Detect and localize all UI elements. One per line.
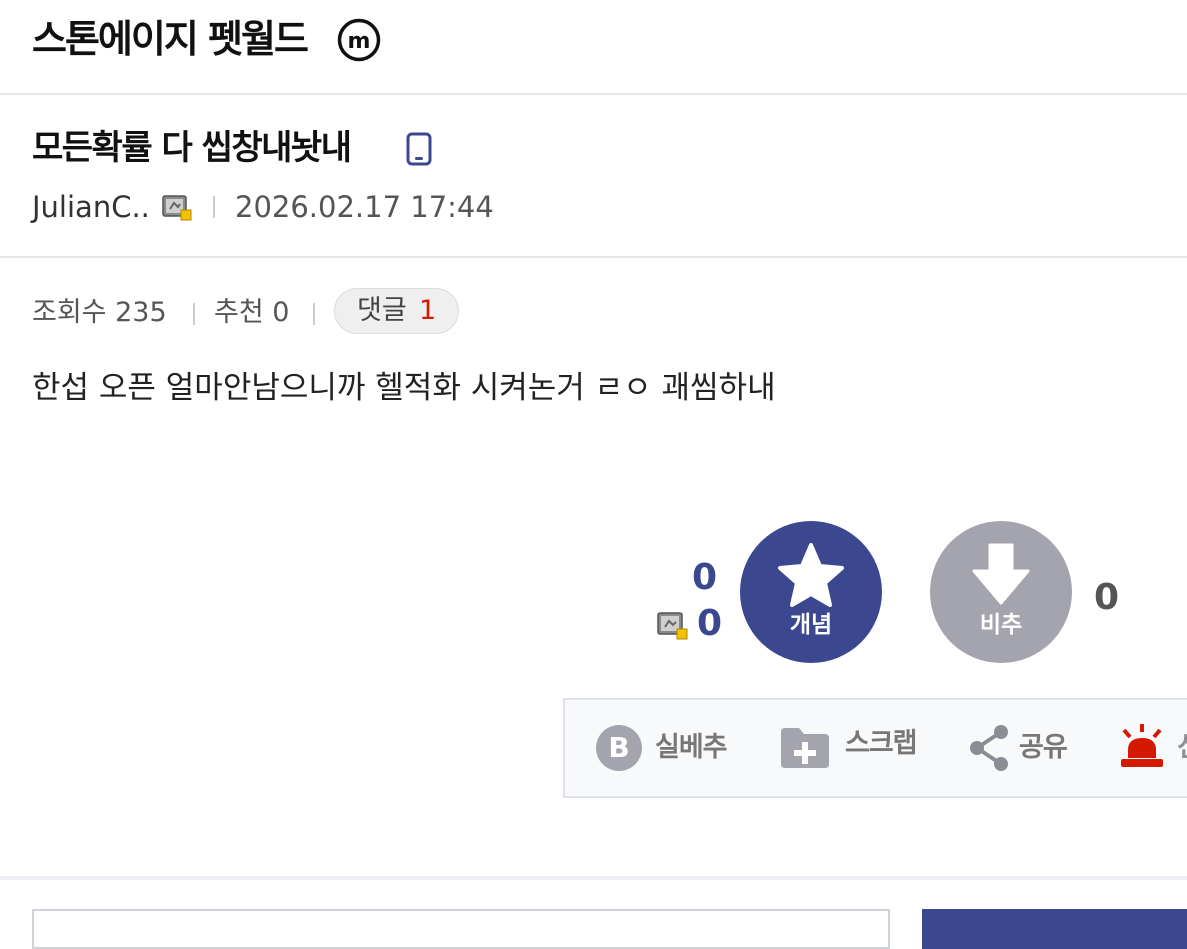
post-body: 한섭 오픈 얼마안남으니까 헬적화 시켜논거 ㄹㅇ 괘씸하내 (32, 370, 776, 406)
fixed-nick-icon (162, 195, 192, 221)
comment-count: 1 (419, 295, 437, 326)
gallery-header: 스톤에이지 펫월드 m (0, 0, 1187, 95)
meta-divider (213, 196, 215, 218)
best-recommend-label: 실베추 (655, 732, 728, 763)
post-stats: 조회수 235 추천 0 댓글 1 (0, 285, 1187, 340)
comment-count-button[interactable]: 댓글 1 (334, 288, 459, 334)
nonrecommend-count: 0 (1094, 577, 1120, 618)
share-icon (970, 725, 1008, 771)
fixed-recommend-count: 0 (697, 603, 723, 644)
report-button[interactable]: 신고 (1117, 700, 1187, 796)
view-count: 조회수 235 (32, 297, 167, 328)
star-icon (778, 543, 844, 607)
scrap-label: 스크랩 (845, 728, 918, 759)
siren-icon (1121, 724, 1163, 767)
svg-text:B: B (608, 731, 629, 764)
gallery-title[interactable]: 스톤에이지 펫월드 (32, 14, 309, 64)
downvote-label: 비추 (979, 612, 1023, 638)
post-writer[interactable]: JulianC.. (32, 187, 150, 227)
b-circle-icon: B (596, 725, 642, 771)
arrow-down-icon (972, 543, 1030, 605)
recommend-count: 0 (692, 557, 718, 598)
report-label: 신고 (1177, 728, 1187, 768)
recommend-stat: 추천 0 (214, 297, 290, 328)
post-date: 2026.02.17 17:44 (235, 190, 494, 224)
minor-badge-letter: m (348, 29, 371, 54)
comment-input[interactable] (32, 909, 890, 949)
post-action-bar: B 실베추 스크랩 공유 신고 (563, 698, 1187, 798)
stats-divider (193, 303, 195, 325)
minor-gallery-badge-icon: m (337, 18, 381, 62)
post-header: 모든확률 다 씹창내놧내 JulianC.. 2026.02.17 17:44 (0, 95, 1187, 258)
comment-submit-button[interactable] (922, 909, 1187, 949)
mobile-post-icon (406, 132, 432, 166)
post-title: 모든확률 다 씹창내놧내 (32, 128, 352, 168)
upvote-label: 개념 (789, 612, 833, 638)
upvote-button[interactable]: 개념 (740, 521, 882, 663)
scrap-button[interactable]: 스크랩 (779, 700, 929, 796)
section-divider (0, 876, 1187, 880)
stats-divider (313, 303, 315, 325)
best-recommend-button[interactable]: B 실베추 (595, 700, 735, 796)
share-label: 공유 (1019, 732, 1068, 763)
downvote-button[interactable]: 비추 (930, 521, 1072, 663)
fixed-nick-recommend-icon (657, 612, 688, 640)
folder-plus-icon (781, 728, 829, 768)
comment-label: 댓글 (357, 295, 407, 326)
share-button[interactable]: 공유 (967, 700, 1077, 796)
